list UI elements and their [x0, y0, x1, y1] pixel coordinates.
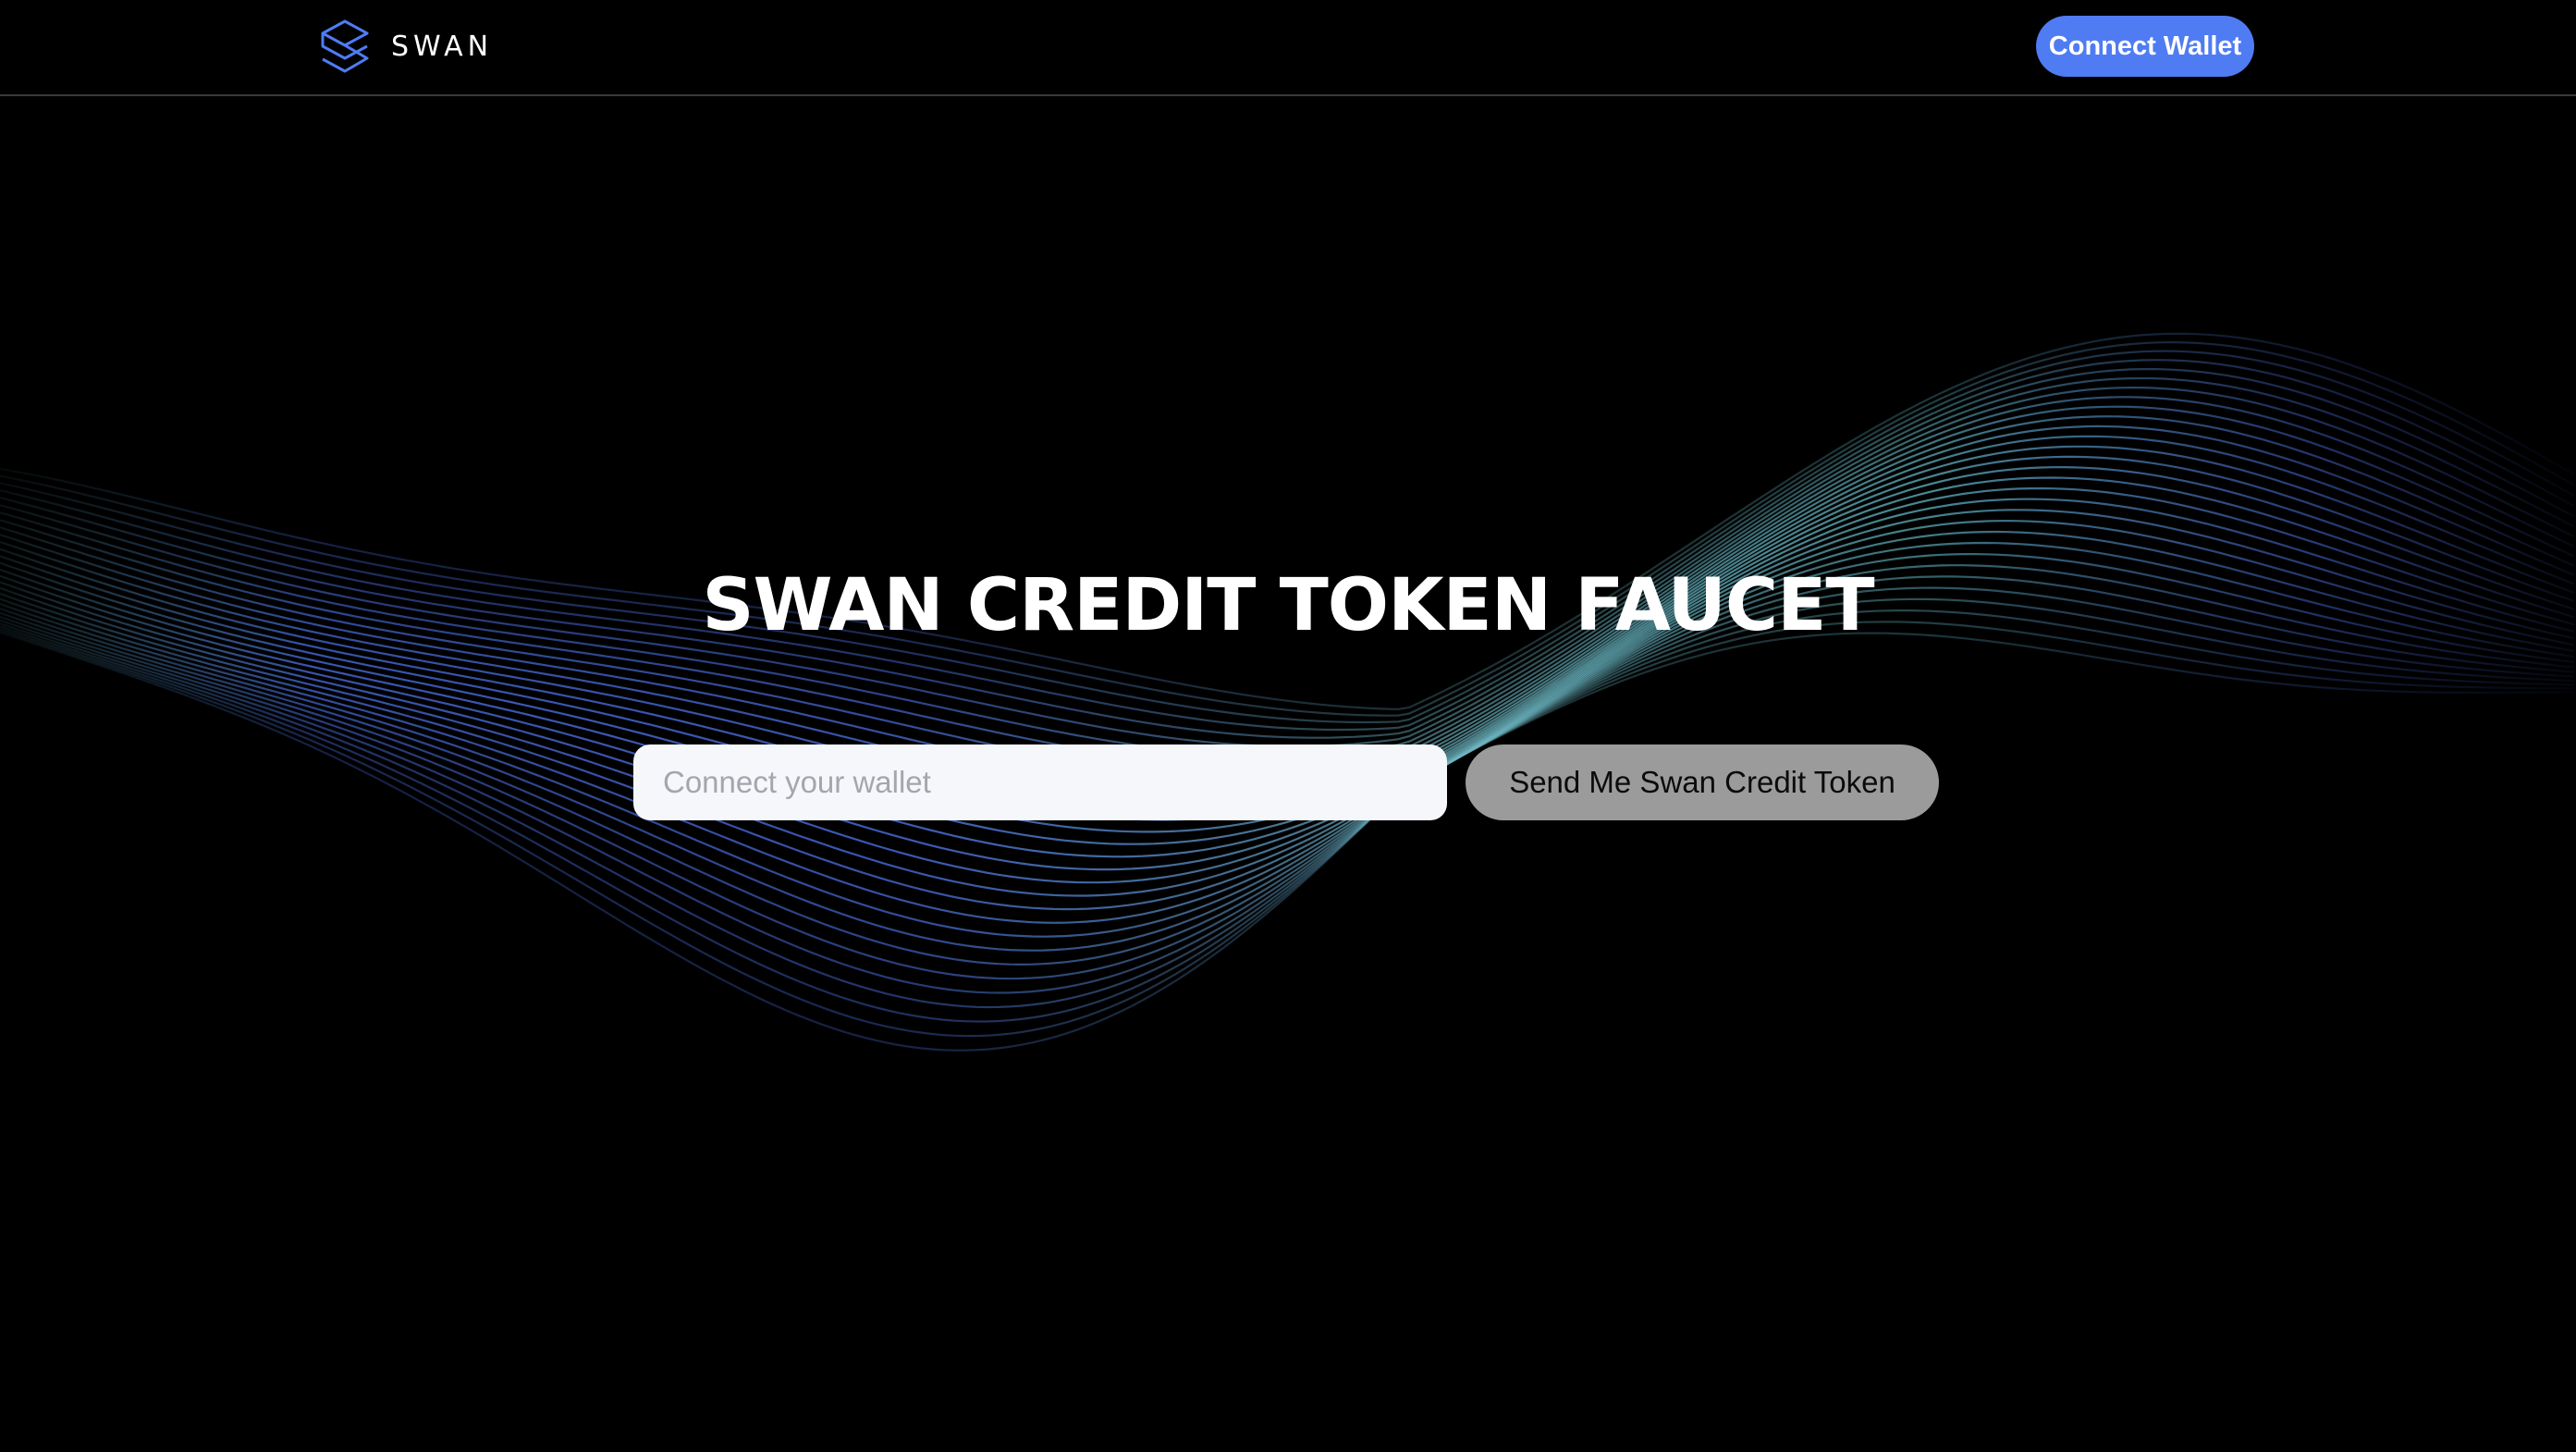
brand-name: SWAN — [391, 30, 494, 63]
swan-logo-icon — [319, 18, 371, 74]
brand-logo-link[interactable]: SWAN — [319, 18, 493, 74]
wave-lines — [0, 332, 2575, 1052]
connect-wallet-button[interactable]: Connect Wallet — [2036, 16, 2254, 77]
page-title: SWAN CREDIT TOKEN FAUCET — [702, 564, 1874, 647]
wave-background — [0, 332, 2575, 1052]
wave-line — [0, 631, 2574, 1052]
top-navbar: SWAN Connect Wallet — [0, 0, 2576, 96]
wave-line — [0, 350, 2575, 724]
faucet-page: SWAN Connect Wallet SWAN CREDIT TOKEN FA… — [0, 0, 2576, 1452]
wallet-address-input[interactable] — [633, 744, 1447, 820]
send-token-button[interactable]: Send Me Swan Credit Token — [1466, 744, 1939, 820]
